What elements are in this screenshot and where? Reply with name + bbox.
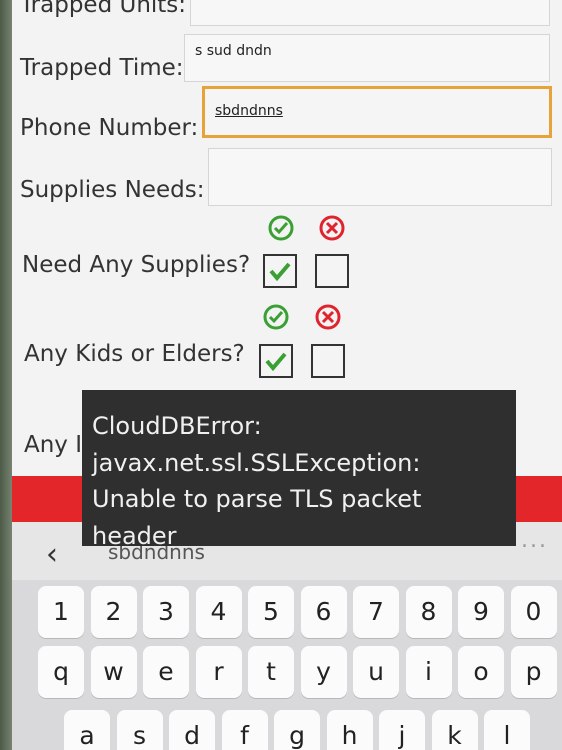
key-d[interactable]: d: [169, 710, 215, 750]
trapped-units-field[interactable]: [190, 0, 550, 26]
app-screen: Trapped Units: Trapped Time: s sud dndn …: [12, 0, 562, 750]
toast-line: Unable to parse TLS packet: [92, 485, 422, 513]
trapped-time-field[interactable]: s sud dndn: [184, 34, 550, 82]
key-q[interactable]: q: [38, 646, 84, 698]
check-circle-icon: [262, 303, 290, 331]
trapped-units-label: Trapped Units:: [20, 0, 187, 18]
partial-question-label: Any I: [24, 432, 83, 458]
keyboard: 1234567890 qwertyuiop asdfghjkl: [12, 580, 562, 750]
key-u[interactable]: u: [353, 646, 399, 698]
kids-elders-yes-checkbox[interactable]: [259, 344, 293, 378]
phone-number-label: Phone Number:: [20, 115, 199, 141]
key-3[interactable]: 3: [143, 586, 189, 638]
toast-line: CloudDBError:: [92, 412, 262, 440]
key-i[interactable]: i: [405, 646, 452, 698]
key-9[interactable]: 9: [458, 586, 504, 638]
toast-line: header: [92, 521, 177, 550]
key-6[interactable]: 6: [300, 586, 347, 638]
key-7[interactable]: 7: [353, 586, 399, 638]
phone-number-value: sbdndnns: [215, 103, 283, 119]
key-g[interactable]: g: [274, 710, 320, 750]
key-r[interactable]: r: [195, 646, 242, 698]
key-0[interactable]: 0: [510, 586, 557, 638]
check-circle-icon: [267, 214, 295, 242]
more-options-icon[interactable]: ...: [521, 528, 548, 553]
key-5[interactable]: 5: [248, 586, 294, 638]
key-2[interactable]: 2: [90, 586, 137, 638]
key-t[interactable]: t: [248, 646, 294, 698]
key-w[interactable]: w: [90, 646, 137, 698]
trapped-time-value: s sud dndn: [195, 43, 272, 59]
key-k[interactable]: k: [431, 710, 478, 750]
checkmark-icon: [265, 352, 287, 372]
key-4[interactable]: 4: [195, 586, 242, 638]
x-circle-icon: [318, 214, 346, 242]
key-y[interactable]: y: [300, 646, 347, 698]
key-f[interactable]: f: [221, 710, 268, 750]
key-p[interactable]: p: [510, 646, 557, 698]
trapped-time-label: Trapped Time:: [20, 55, 184, 81]
x-circle-icon: [314, 303, 342, 331]
key-h[interactable]: h: [326, 710, 373, 750]
supplies-needs-field[interactable]: [208, 148, 552, 206]
chevron-left-icon[interactable]: ‹: [46, 537, 58, 572]
key-j[interactable]: j: [379, 710, 425, 750]
error-toast: CloudDBError: javax.net.ssl.SSLException…: [82, 390, 516, 550]
checkmark-icon: [269, 262, 291, 282]
key-o[interactable]: o: [458, 646, 504, 698]
supplies-needs-label: Supplies Needs:: [20, 177, 205, 203]
need-supplies-no-checkbox[interactable]: [315, 254, 349, 288]
need-supplies-label: Need Any Supplies?: [22, 252, 251, 278]
key-e[interactable]: e: [143, 646, 189, 698]
kids-elders-label: Any Kids or Elders?: [24, 341, 245, 367]
key-1[interactable]: 1: [38, 586, 84, 638]
need-supplies-yes-checkbox[interactable]: [263, 254, 297, 288]
key-8[interactable]: 8: [405, 586, 452, 638]
toast-line: javax.net.ssl.SSLException:: [92, 448, 421, 477]
key-l[interactable]: l: [484, 710, 530, 750]
kids-elders-no-checkbox[interactable]: [311, 344, 345, 378]
phone-number-field[interactable]: sbdndnns: [202, 86, 552, 138]
key-s[interactable]: s: [116, 710, 163, 750]
key-a[interactable]: a: [64, 710, 110, 750]
